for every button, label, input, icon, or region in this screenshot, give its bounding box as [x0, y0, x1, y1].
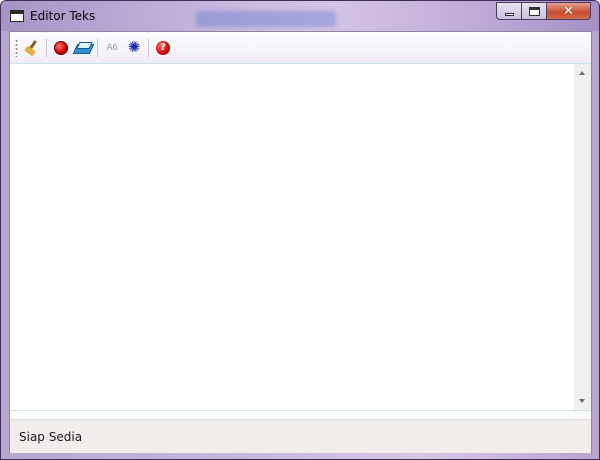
- close-icon: ✕: [563, 3, 574, 19]
- broom-icon: [24, 40, 40, 56]
- minimize-button[interactable]: [496, 2, 521, 20]
- open-book-button[interactable]: [73, 38, 93, 58]
- editor-bottom-border: [10, 410, 591, 411]
- toolbar-separator: [46, 38, 47, 57]
- help-icon: ?: [156, 40, 170, 55]
- close-button[interactable]: ✕: [546, 2, 591, 20]
- caption-buttons: ✕: [496, 2, 591, 21]
- background-blur: [196, 11, 336, 27]
- red-circle-icon: [54, 40, 68, 55]
- scroll-up-arrow-icon[interactable]: [579, 71, 585, 75]
- gear-icon: ✺: [127, 38, 141, 56]
- toolbar-separator: [148, 38, 149, 57]
- clear-button[interactable]: [22, 38, 42, 58]
- ab-font-icon: A6: [106, 42, 118, 53]
- settings-button[interactable]: ✺: [124, 38, 144, 58]
- vertical-scrollbar[interactable]: [574, 64, 591, 410]
- maximize-icon: [528, 6, 540, 16]
- book-icon: [75, 41, 91, 54]
- record-button[interactable]: [51, 38, 71, 58]
- toolbar-grip-handle[interactable]: [15, 38, 18, 57]
- window-title: Editor Teks: [30, 9, 96, 23]
- title-bar[interactable]: Editor Teks ✕: [1, 1, 599, 31]
- status-text: Siap Sedia: [19, 429, 83, 444]
- status-bar: Siap Sedia: [10, 419, 591, 453]
- help-button[interactable]: ?: [153, 38, 173, 58]
- maximize-button[interactable]: [521, 2, 546, 20]
- text-editor[interactable]: [10, 64, 574, 410]
- app-window: Editor Teks ✕ A6 ✺ ? Siap Sedia: [0, 0, 600, 460]
- scroll-down-arrow-icon[interactable]: [579, 399, 585, 403]
- font-button[interactable]: A6: [102, 38, 122, 58]
- toolbar-separator: [97, 38, 98, 57]
- window-icon[interactable]: [10, 10, 24, 22]
- client-area: A6 ✺ ? Siap Sedia: [9, 31, 592, 453]
- minimize-icon: [504, 12, 514, 16]
- toolbar: A6 ✺ ?: [10, 32, 591, 64]
